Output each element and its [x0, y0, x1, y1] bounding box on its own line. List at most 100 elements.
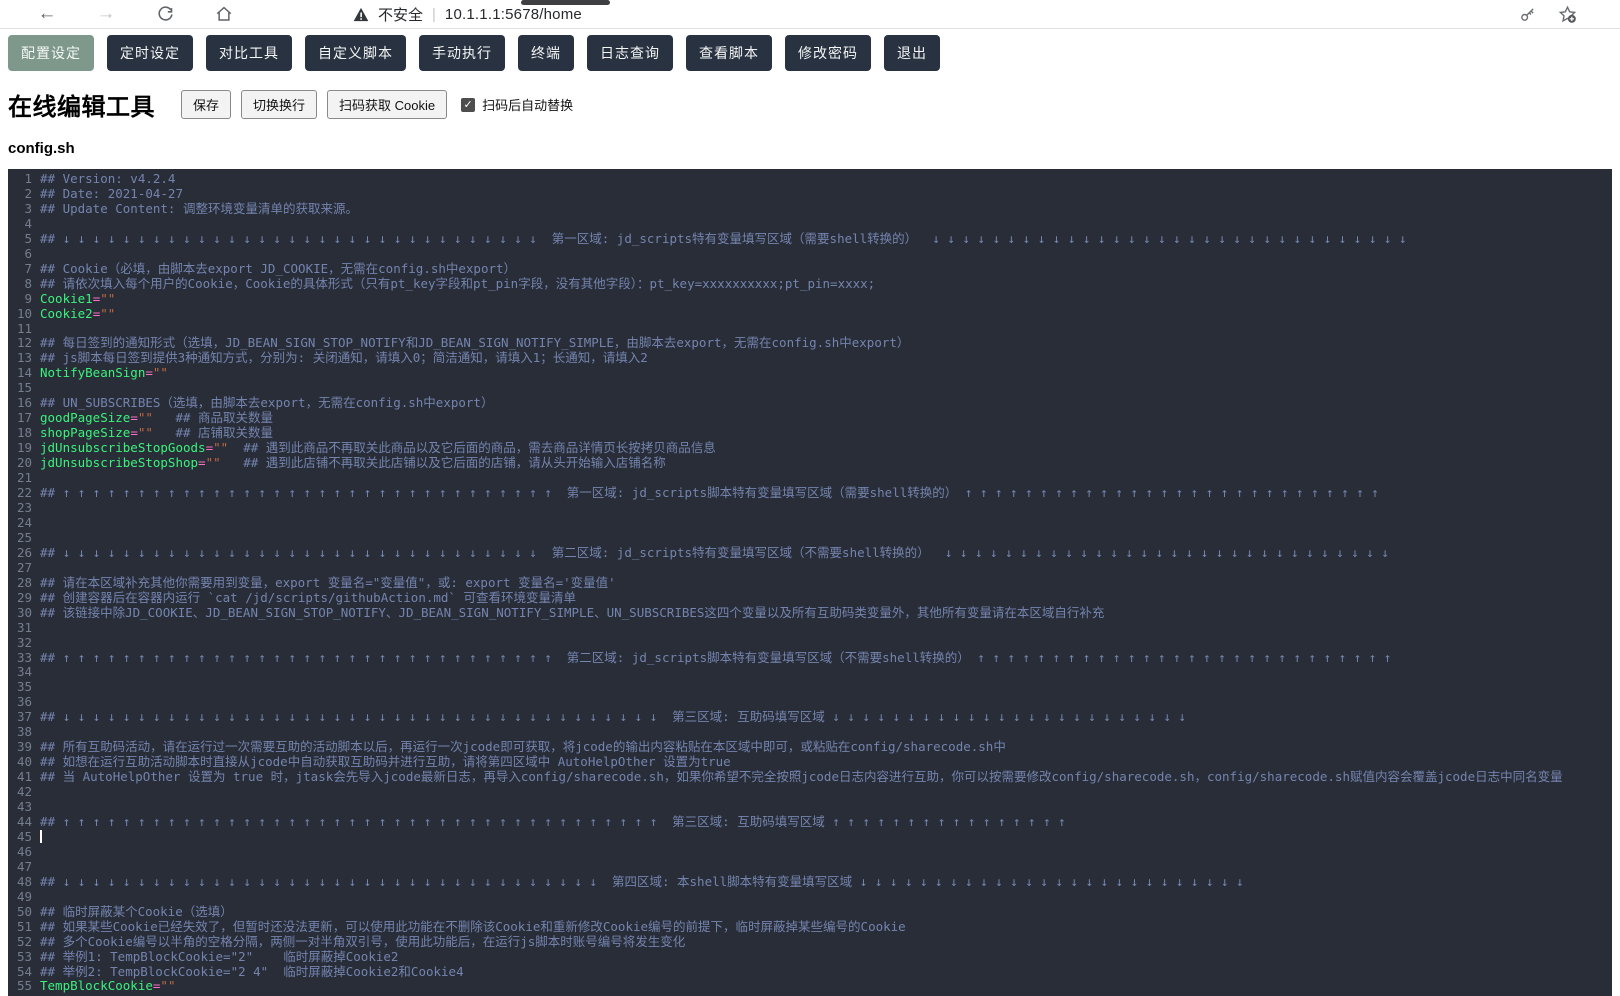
code-line[interactable]: 49: [8, 890, 1612, 905]
forward-button[interactable]: →: [95, 3, 117, 25]
line-content: ## Cookie（必填，由脚本去export JD_COOKIE，无需在con…: [40, 262, 516, 277]
code-line[interactable]: 31: [8, 621, 1612, 636]
nav-item-4[interactable]: 手动执行: [419, 35, 505, 71]
line-content: NotifyBeanSign="": [40, 366, 168, 381]
code-line[interactable]: 17goodPageSize="" ## 商品取关数量: [8, 411, 1612, 426]
code-line[interactable]: 39## 所有互助码活动，请在运行过一次需要互助的活动脚本以后，再运行一次jco…: [8, 740, 1612, 755]
code-line[interactable]: 41## 当 AutoHelpOther 设置为 true 时，jtask会先导…: [8, 770, 1612, 785]
back-button[interactable]: ←: [36, 3, 58, 25]
code-line[interactable]: 47: [8, 860, 1612, 875]
code-line[interactable]: 36: [8, 695, 1612, 710]
code-line[interactable]: 46: [8, 845, 1612, 860]
code-line[interactable]: 40## 如想在运行互助活动脚本时直接从jcode中自动获取互助码并进行互助，请…: [8, 755, 1612, 770]
code-line[interactable]: 2## Date: 2021-04-27: [8, 187, 1612, 202]
line-content: ## Date: 2021-04-27: [40, 187, 183, 202]
code-line[interactable]: 11: [8, 322, 1612, 337]
code-line[interactable]: 25: [8, 531, 1612, 546]
code-line[interactable]: 26## ↓ ↓ ↓ ↓ ↓ ↓ ↓ ↓ ↓ ↓ ↓ ↓ ↓ ↓ ↓ ↓ ↓ ↓…: [8, 546, 1612, 561]
code-line[interactable]: 38: [8, 725, 1612, 740]
code-line[interactable]: 33## ↑ ↑ ↑ ↑ ↑ ↑ ↑ ↑ ↑ ↑ ↑ ↑ ↑ ↑ ↑ ↑ ↑ ↑…: [8, 651, 1612, 666]
code-line[interactable]: 9Cookie1="": [8, 292, 1612, 307]
code-line[interactable]: 50## 临时屏蔽某个Cookie（选填）: [8, 905, 1612, 920]
code-line[interactable]: 7## Cookie（必填，由脚本去export JD_COOKIE，无需在co…: [8, 262, 1612, 277]
code-line[interactable]: 54## 举例2: TempBlockCookie="2 4" 临时屏蔽掉Coo…: [8, 965, 1612, 980]
nav-item-1[interactable]: 定时设定: [107, 35, 193, 71]
code-line[interactable]: 48## ↓ ↓ ↓ ↓ ↓ ↓ ↓ ↓ ↓ ↓ ↓ ↓ ↓ ↓ ↓ ↓ ↓ ↓…: [8, 875, 1612, 890]
line-content: ## 每日签到的通知形式（选填，JD_BEAN_SIGN_STOP_NOTIFY…: [40, 336, 909, 351]
code-line[interactable]: 27: [8, 561, 1612, 576]
address-bar[interactable]: 不安全 | 10.1.1.1:5678/home: [353, 4, 582, 25]
code-line[interactable]: 20jdUnsubscribeStopShop="" ## 遇到此店铺不再取关此…: [8, 456, 1612, 471]
file-name: config.sh: [8, 140, 1620, 157]
security-badge[interactable]: 不安全: [378, 4, 423, 25]
line-content: ## ↓ ↓ ↓ ↓ ↓ ↓ ↓ ↓ ↓ ↓ ↓ ↓ ↓ ↓ ↓ ↓ ↓ ↓ ↓…: [40, 232, 1414, 247]
code-line[interactable]: 44## ↑ ↑ ↑ ↑ ↑ ↑ ↑ ↑ ↑ ↑ ↑ ↑ ↑ ↑ ↑ ↑ ↑ ↑…: [8, 815, 1612, 830]
password-key-button[interactable]: [1516, 3, 1538, 25]
nav-item-7[interactable]: 查看脚本: [686, 35, 772, 71]
scan-cookie-button[interactable]: 扫码获取 Cookie: [327, 90, 447, 119]
line-number: 44: [8, 815, 40, 830]
code-line[interactable]: 51## 如果某些Cookie已经失效了，但暂时还没法更新，可以使用此功能在不删…: [8, 920, 1612, 935]
code-editor[interactable]: 1## Version: v4.2.42## Date: 2021-04-273…: [8, 169, 1612, 996]
line-number: 39: [8, 740, 40, 755]
code-line[interactable]: 42: [8, 785, 1612, 800]
url-text[interactable]: 10.1.1.1:5678/home: [445, 6, 582, 23]
code-line[interactable]: 32: [8, 636, 1612, 651]
code-line[interactable]: 22## ↑ ↑ ↑ ↑ ↑ ↑ ↑ ↑ ↑ ↑ ↑ ↑ ↑ ↑ ↑ ↑ ↑ ↑…: [8, 486, 1612, 501]
nav-item-0[interactable]: 配置设定: [8, 35, 94, 71]
nav-item-2[interactable]: 对比工具: [206, 35, 292, 71]
code-line[interactable]: 43: [8, 800, 1612, 815]
line-number: 26: [8, 546, 40, 561]
refresh-button[interactable]: [154, 3, 176, 25]
save-button[interactable]: 保存: [181, 90, 231, 119]
code-line[interactable]: 52## 多个Cookie编号以半角的空格分隔，两侧一对半角双引号，使用此功能后…: [8, 935, 1612, 950]
code-line[interactable]: 35: [8, 680, 1612, 695]
editor-toolbar: 在线编辑工具 保存 切换换行 扫码获取 Cookie ✓ 扫码后自动替换: [8, 87, 1620, 122]
code-line[interactable]: 14NotifyBeanSign="": [8, 366, 1612, 381]
line-number: 36: [8, 695, 40, 710]
code-line[interactable]: 23: [8, 501, 1612, 516]
code-line[interactable]: 10Cookie2="": [8, 307, 1612, 322]
code-line[interactable]: 12## 每日签到的通知形式（选填，JD_BEAN_SIGN_STOP_NOTI…: [8, 336, 1612, 351]
code-line[interactable]: 28## 请在本区域补充其他你需要用到变量，export 变量名="变量值"，或…: [8, 576, 1612, 591]
address-separator: |: [432, 6, 436, 23]
code-line[interactable]: 5## ↓ ↓ ↓ ↓ ↓ ↓ ↓ ↓ ↓ ↓ ↓ ↓ ↓ ↓ ↓ ↓ ↓ ↓ …: [8, 232, 1612, 247]
code-line[interactable]: 3## Update Content: 调整环境变量清单的获取来源。: [8, 202, 1612, 217]
code-line[interactable]: 29## 创建容器后在容器内运行 `cat /jd/scripts/github…: [8, 591, 1612, 606]
code-line[interactable]: 53## 举例1: TempBlockCookie="2" 临时屏蔽掉Cooki…: [8, 950, 1612, 965]
code-line[interactable]: 6: [8, 247, 1612, 262]
code-line[interactable]: 13## js脚本每日签到提供3种通知方式，分别为: 关闭通知，请填入0；简洁通…: [8, 351, 1612, 366]
line-number: 29: [8, 591, 40, 606]
code-line[interactable]: 55TempBlockCookie="": [8, 979, 1612, 994]
code-line[interactable]: 30## 该链接中除JD_COOKIE、JD_BEAN_SIGN_STOP_NO…: [8, 606, 1612, 621]
code-line[interactable]: 34: [8, 665, 1612, 680]
code-line[interactable]: 18shopPageSize="" ## 店铺取关数量: [8, 426, 1612, 441]
refresh-icon: [157, 6, 174, 23]
line-number: 23: [8, 501, 40, 516]
home-button[interactable]: [213, 3, 235, 25]
auto-replace-checkbox[interactable]: ✓: [461, 98, 475, 112]
home-icon: [215, 5, 233, 23]
line-content: ## 当 AutoHelpOther 设置为 true 时，jtask会先导入j…: [40, 770, 1563, 785]
line-number: 22: [8, 486, 40, 501]
code-line[interactable]: 4: [8, 217, 1612, 232]
code-line[interactable]: 19jdUnsubscribeStopGoods="" ## 遇到此商品不再取关…: [8, 441, 1612, 456]
code-line[interactable]: 1## Version: v4.2.4: [8, 172, 1612, 187]
text-cursor: [40, 830, 42, 843]
code-line[interactable]: 15: [8, 381, 1612, 396]
nav-item-6[interactable]: 日志查询: [587, 35, 673, 71]
code-line[interactable]: 37## ↓ ↓ ↓ ↓ ↓ ↓ ↓ ↓ ↓ ↓ ↓ ↓ ↓ ↓ ↓ ↓ ↓ ↓…: [8, 710, 1612, 725]
code-line[interactable]: 8## 请依次填入每个用户的Cookie，Cookie的具体形式（只有pt_ke…: [8, 277, 1612, 292]
code-line[interactable]: 45: [8, 830, 1612, 845]
toggle-wrap-button[interactable]: 切换换行: [241, 90, 317, 119]
line-number: 53: [8, 950, 40, 965]
code-line[interactable]: 21: [8, 471, 1612, 486]
nav-item-3[interactable]: 自定义脚本: [305, 35, 406, 71]
key-icon: [1519, 6, 1536, 23]
code-line[interactable]: 16## UN_SUBSCRIBES（选填，由脚本去export，无需在conf…: [8, 396, 1612, 411]
code-line[interactable]: 24: [8, 516, 1612, 531]
nav-item-8[interactable]: 修改密码: [785, 35, 871, 71]
nav-item-9[interactable]: 退出: [884, 35, 940, 71]
nav-item-5[interactable]: 终端: [518, 35, 574, 71]
add-favorite-button[interactable]: [1556, 3, 1578, 25]
